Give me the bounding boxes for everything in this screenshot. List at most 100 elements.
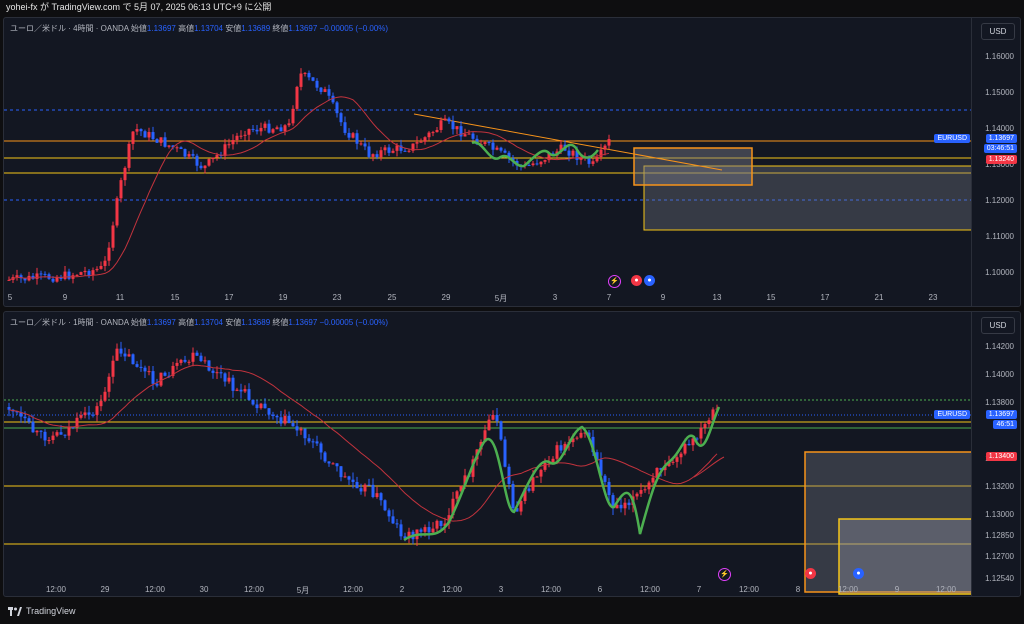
candle-body: [295, 86, 299, 109]
candle-body: [463, 134, 467, 137]
candle-body: [151, 132, 155, 140]
us-flag-event-icon[interactable]: ●: [631, 275, 642, 286]
candle-body: [95, 268, 99, 271]
candlestick-plot-1h[interactable]: [4, 312, 972, 596]
tradingview-logo-icon: [8, 606, 22, 616]
candle-body: [207, 159, 211, 166]
candle-body: [603, 475, 607, 482]
candle-body: [275, 127, 279, 130]
candle-body: [143, 131, 147, 138]
symbol-tag: EURUSD: [934, 134, 970, 143]
candle-body: [267, 123, 271, 133]
eu-flag-event-icon[interactable]: ●: [644, 275, 655, 286]
candle-body: [187, 361, 191, 363]
tradingview-logo[interactable]: TradingView: [8, 606, 76, 616]
low-label: 安値: [225, 24, 242, 33]
candle-body: [131, 131, 135, 144]
time-label: 12:00: [837, 585, 859, 594]
candle-body: [239, 389, 243, 392]
us-flag-event-icon[interactable]: ●: [805, 568, 816, 579]
time-axis-1h[interactable]: 12:00 29 12:00 30 12:00 5月 12:00 2 12:00…: [4, 585, 972, 596]
candle-body: [211, 370, 215, 373]
symbol-tag: EURUSD: [934, 410, 970, 419]
low-label: 安値: [225, 318, 242, 327]
candlestick-plot-4h[interactable]: [4, 18, 972, 306]
open-label: 始値: [130, 24, 147, 33]
time-label: 12:00: [935, 585, 957, 594]
candle-body: [195, 155, 199, 166]
candle-body: [203, 360, 207, 362]
candle-body: [643, 489, 647, 491]
time-axis-4h[interactable]: 5 9 11 15 17 19 23 25 29 5月 3 7 9 13 15 …: [4, 293, 972, 306]
price-tick: 1.12540: [985, 574, 1014, 583]
candle-body: [247, 128, 251, 135]
candle-body: [195, 352, 199, 356]
candle-body: [367, 146, 371, 157]
candle-body: [239, 135, 243, 137]
change-value: −0.00005 (−0.00%): [319, 24, 389, 33]
time-label: 12:00: [738, 585, 760, 594]
chart-panel-1h[interactable]: ユーロ／米ドル · 1時間 · OANDA 始値1.13697 高値1.1370…: [3, 311, 1021, 597]
time-label: 5: [7, 293, 13, 302]
candle-body: [127, 354, 131, 357]
entry-zone-box: [633, 147, 753, 186]
candle-body: [251, 128, 255, 130]
currency-button[interactable]: USD: [981, 23, 1015, 40]
chart-panel-4h[interactable]: ユーロ／米ドル · 4時間 · OANDA 始値1.13697 高値1.1370…: [3, 17, 1021, 307]
candle-body: [259, 403, 263, 409]
candle-body: [339, 113, 343, 123]
candle-body: [279, 127, 283, 132]
brand-label: TradingView: [26, 606, 76, 616]
candle-body: [467, 133, 471, 135]
candle-body: [119, 180, 123, 199]
time-label: 7: [696, 585, 702, 594]
candle-body: [199, 355, 203, 362]
low-value: 1.13689: [241, 24, 271, 33]
candle-body: [339, 466, 343, 478]
candle-body: [27, 418, 31, 422]
candle-body: [439, 520, 443, 526]
candle-body: [451, 121, 455, 130]
candle-body: [607, 139, 611, 146]
candle-body: [135, 129, 139, 132]
candle-body: [395, 523, 399, 525]
candle-body: [387, 510, 391, 517]
candle-body: [531, 477, 535, 491]
candle-body: [495, 147, 499, 150]
price-tick: 1.14000: [985, 370, 1014, 379]
candle-body: [59, 432, 63, 435]
candle-body: [419, 529, 423, 532]
candle-body: [227, 377, 231, 382]
price-tick: 1.12850: [985, 531, 1014, 540]
time-label: 25: [387, 293, 397, 302]
candle-body: [303, 72, 307, 74]
candle-body: [275, 415, 279, 418]
candle-body: [627, 502, 631, 506]
candle-body: [99, 400, 103, 407]
candle-body: [67, 271, 71, 279]
eu-flag-event-icon[interactable]: ●: [853, 568, 864, 579]
candle-body: [63, 434, 67, 436]
candle-body: [107, 247, 111, 261]
candle-body: [555, 445, 559, 459]
candle-body: [215, 372, 219, 374]
candle-body: [255, 404, 259, 409]
change-value: −0.00005 (−0.00%): [319, 318, 389, 327]
lightning-event-icon[interactable]: ⚡: [718, 568, 731, 581]
lightning-event-icon[interactable]: ⚡: [608, 275, 621, 288]
candle-body: [235, 389, 239, 391]
candle-body: [295, 426, 299, 431]
open-value: 1.13697: [146, 318, 176, 327]
currency-button[interactable]: USD: [981, 317, 1015, 334]
candle-body: [211, 157, 215, 160]
candle-body: [455, 491, 459, 499]
candle-body: [23, 416, 27, 419]
candle-body: [271, 129, 275, 133]
candle-body: [111, 225, 115, 248]
candle-body: [103, 391, 107, 401]
price-tick: 1.13000: [985, 510, 1014, 519]
price-tick: 1.11000: [985, 232, 1014, 241]
candle-body: [207, 360, 211, 371]
level-price-tag: 1.13240: [985, 155, 1017, 164]
publish-info-bar: yohei-fx が TradingView.com で 5月 07, 2025…: [0, 0, 1024, 15]
